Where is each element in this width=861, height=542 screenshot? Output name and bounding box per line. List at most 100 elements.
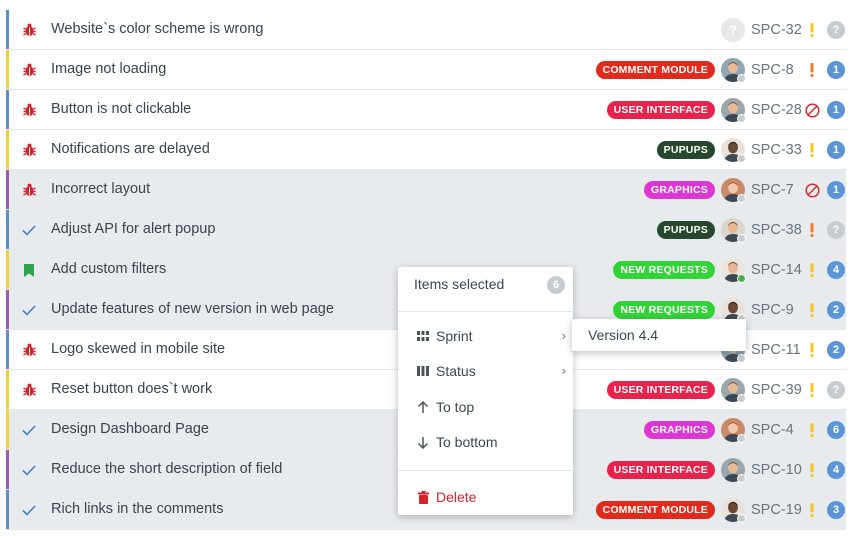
menu-divider	[398, 470, 573, 471]
priority-icon	[803, 263, 821, 277]
assignee-avatar[interactable]	[721, 378, 746, 403]
priority-icon	[803, 423, 821, 437]
context-menu: Items selected 6 Sprint › Status › To to…	[398, 267, 573, 515]
issue-meta: GRAPHICS SPC-4 6	[643, 410, 846, 450]
issue-title[interactable]: Incorrect layout	[51, 181, 150, 197]
issue-title[interactable]: Update features of new version in web pa…	[51, 301, 334, 317]
issue-key: SPC-19	[751, 502, 802, 518]
issue-tag[interactable]: GRAPHICS	[643, 421, 715, 439]
assignee-avatar[interactable]	[721, 418, 746, 443]
issue-row[interactable]: Button is not clickable USER INTERFACE SPC…	[6, 90, 846, 130]
issue-tag[interactable]: GRAPHICS	[643, 181, 715, 199]
comment-count-badge: 4	[827, 461, 845, 479]
to-bottom-label: To bottom	[436, 434, 498, 450]
priority-icon	[803, 343, 821, 357]
assignee-avatar[interactable]	[721, 258, 746, 283]
comment-count-badge: ?	[827, 21, 845, 39]
comment-count-badge: 1	[827, 101, 845, 119]
issue-status-stripe	[6, 50, 9, 89]
issue-key: SPC-4	[751, 422, 794, 438]
issue-tag[interactable]: NEW REQUESTS	[613, 301, 715, 319]
issue-meta: COMMENT MODULE SPC-8 1	[595, 50, 846, 90]
to-bottom-menu-item[interactable]: To bottom	[398, 425, 573, 459]
issue-status-stripe	[6, 330, 9, 369]
issue-status-stripe	[6, 290, 9, 329]
issue-title[interactable]: Rich links in the comments	[51, 501, 223, 517]
issue-title[interactable]: Notifications are delayed	[51, 141, 210, 157]
issue-key: SPC-11	[751, 342, 801, 358]
assignee-avatar[interactable]	[721, 458, 746, 483]
issue-row[interactable]: Notifications are delayed PUPUPS SPC-33 1	[6, 130, 846, 170]
issue-status-stripe	[6, 170, 9, 209]
issue-title[interactable]: Reduce the short description of field	[51, 461, 282, 477]
assignee-avatar[interactable]	[721, 178, 746, 203]
presence-dot	[737, 394, 746, 403]
assignee-avatar[interactable]: ?	[721, 18, 745, 42]
priority-icon	[803, 143, 821, 157]
issue-tag[interactable]: COMMENT MODULE	[595, 61, 715, 79]
issue-title[interactable]: Add custom filters	[51, 261, 166, 277]
sprint-menu-item[interactable]: Sprint ›	[398, 319, 573, 353]
assignee-avatar[interactable]	[721, 58, 746, 83]
issue-tag[interactable]: PUPUPS	[656, 221, 715, 239]
grid-icon	[416, 329, 430, 343]
presence-dot	[737, 74, 746, 83]
issue-title[interactable]: Design Dashboard Page	[51, 421, 209, 437]
svg-text:?: ?	[729, 23, 736, 37]
issue-tag[interactable]: COMMENT MODULE	[595, 501, 715, 519]
issue-status-stripe	[6, 250, 9, 289]
issue-meta: PUPUPS SPC-33 1	[656, 130, 846, 170]
issue-title[interactable]: Reset button does`t work	[51, 381, 212, 397]
issue-tag[interactable]: USER INTERFACE	[606, 461, 715, 479]
priority-icon	[803, 23, 821, 37]
chevron-right-icon: ›	[561, 328, 566, 343]
issue-key: SPC-8	[751, 62, 794, 78]
arrow-up-icon	[416, 400, 430, 414]
issue-key: SPC-7	[751, 182, 794, 198]
assignee-avatar[interactable]	[721, 98, 746, 123]
issue-title[interactable]: Adjust API for alert popup	[51, 221, 215, 237]
sprint-version-label: Version 4.4	[588, 327, 659, 343]
presence-dot	[737, 354, 746, 363]
sprint-submenu-item[interactable]: Version 4.4	[572, 319, 746, 351]
issue-title[interactable]: Website`s color scheme is wrong	[51, 21, 263, 37]
assignee-avatar[interactable]	[721, 218, 746, 243]
presence-dot	[737, 234, 746, 243]
issue-title[interactable]: Button is not clickable	[51, 101, 191, 117]
bug-icon	[21, 382, 37, 398]
issue-row[interactable]: Website`s color scheme is wrong? SPC-32?	[6, 10, 846, 50]
assignee-avatar[interactable]	[721, 138, 746, 163]
bug-icon	[21, 142, 37, 158]
issue-title[interactable]: Logo skewed in mobile site	[51, 341, 225, 357]
comment-count-badge: 6	[827, 421, 845, 439]
check-icon	[21, 462, 37, 478]
priority-icon	[803, 303, 821, 317]
items-selected-header: Items selected 6	[398, 267, 573, 301]
check-icon	[21, 302, 37, 318]
presence-dot	[737, 154, 746, 163]
check-icon	[21, 422, 37, 438]
issue-tag[interactable]: NEW REQUESTS	[613, 261, 715, 279]
issue-key: SPC-38	[751, 222, 802, 238]
issue-row[interactable]: Incorrect layout GRAPHICS SPC-7 1	[6, 170, 846, 210]
items-selected-label: Items selected	[414, 276, 505, 292]
presence-dot	[737, 474, 746, 483]
issue-tag[interactable]: USER INTERFACE	[606, 101, 715, 119]
issue-status-stripe	[6, 210, 9, 249]
issue-row[interactable]: Image not loading COMMENT MODULE SPC-8 1	[6, 50, 846, 90]
assignee-avatar[interactable]	[721, 498, 746, 523]
issue-tag[interactable]: PUPUPS	[656, 141, 715, 159]
issue-status-stripe	[6, 450, 9, 489]
status-menu-item[interactable]: Status ›	[398, 354, 573, 388]
issue-tag[interactable]: USER INTERFACE	[606, 381, 715, 399]
issue-key: SPC-14	[751, 262, 802, 278]
comment-count-badge: 1	[827, 181, 845, 199]
priority-icon	[803, 223, 821, 237]
to-top-menu-item[interactable]: To top	[398, 390, 573, 424]
issue-title[interactable]: Image not loading	[51, 61, 166, 77]
presence-dot	[737, 114, 746, 123]
comment-count-badge: 4	[827, 261, 845, 279]
issue-row[interactable]: Adjust API for alert popup PUPUPS SPC-38?	[6, 210, 846, 250]
issue-status-stripe	[6, 90, 9, 129]
delete-menu-item[interactable]: Delete	[398, 480, 573, 514]
